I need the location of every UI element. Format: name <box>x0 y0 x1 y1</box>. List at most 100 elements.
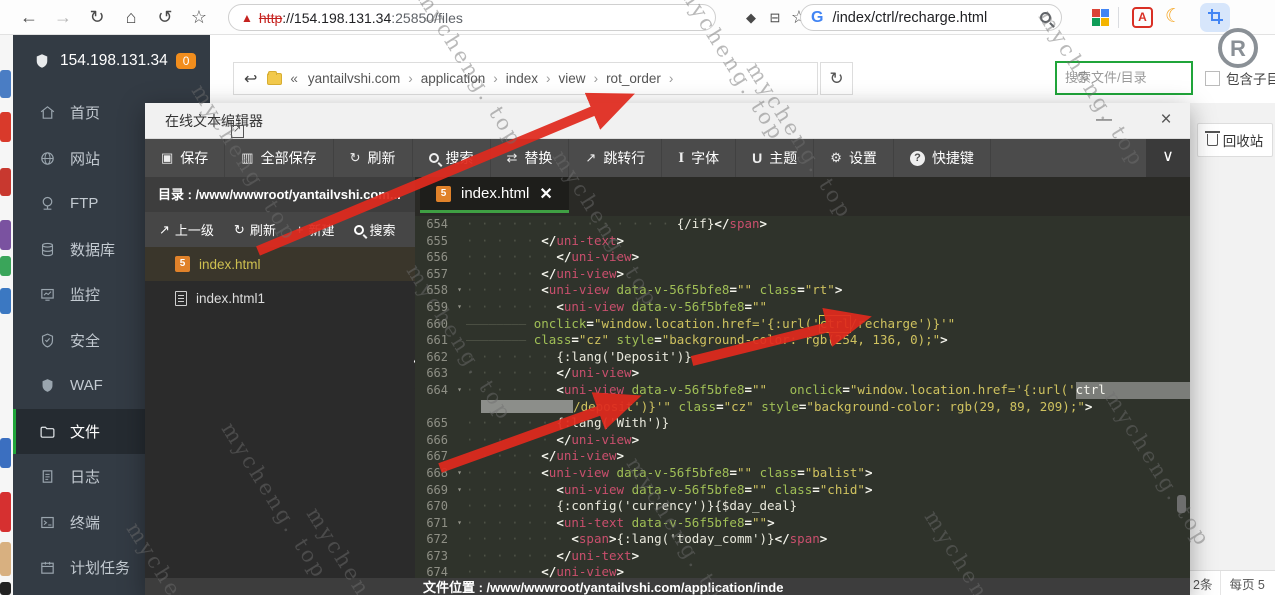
toolbar-button-goto[interactable]: ↗ 跳转行 <box>569 139 663 177</box>
close-icon[interactable]: × <box>1152 103 1180 139</box>
toolbar-button-theme[interactable]: U 主题 <box>736 139 815 177</box>
code-scrollbar-thumb[interactable] <box>1177 495 1186 513</box>
breadcrumb-segment[interactable]: yantailvshi.com <box>308 71 400 86</box>
toolbar-collapse-icon[interactable]: ∨ <box>1146 139 1190 177</box>
forward-icon[interactable]: → <box>48 0 78 35</box>
code-line[interactable]: /deposit')}'" class = "cz" style = "backgrou… <box>415 399 1190 416</box>
apps-grid-icon[interactable] <box>1092 9 1109 26</box>
darkmode-extension-icon[interactable]: ☾ <box>1165 5 1182 28</box>
code-line[interactable]: 672 · · · · · · · < span > {:lang('today_com… <box>415 531 1190 548</box>
file-action-plus[interactable]: + 新建 <box>296 220 335 239</box>
breadcrumb-segment[interactable]: index <box>506 71 538 86</box>
file-action-refresh[interactable]: ↻ 刷新 <box>234 220 276 239</box>
file-action-label: 新建 <box>308 223 335 238</box>
calendar-icon <box>39 559 56 576</box>
fold-caret-icon[interactable]: ▾ <box>453 382 466 399</box>
crop-extension-icon[interactable] <box>1208 9 1223 24</box>
toolbar-button-search[interactable]: 搜索 <box>413 139 491 177</box>
code-line[interactable]: 665 · · · · · · {:lang('With')} <box>415 415 1190 432</box>
code-token: class <box>774 481 813 497</box>
fold-caret-icon[interactable]: ▾ <box>453 299 466 316</box>
code-line[interactable]: 659 ▾ · · · · · · < uni-view data-v-56f5bfe… <box>415 299 1190 316</box>
path-root-icon[interactable]: « <box>290 71 298 86</box>
code-line[interactable]: 668 ▾ · · · · · < uni-view data-v-56f5bfe8 =… <box>415 465 1190 482</box>
code-line[interactable]: 656 · · · · · · </uni-view > <box>415 249 1190 266</box>
bookmark-star-icon[interactable]: ☆ <box>184 0 214 35</box>
plus-icon: + <box>295 222 304 237</box>
tab-close-icon[interactable]: ✕ <box>539 184 552 204</box>
file-row[interactable]: 5 index.html <box>145 247 415 281</box>
toolbar-button-help[interactable]: ? 快捷键 <box>894 139 991 177</box>
pager-per-page[interactable]: 每页 5 <box>1221 574 1272 593</box>
notification-badge[interactable]: 0 <box>175 53 197 69</box>
quick-search-bar[interactable]: G /index/ctrl/recharge.html <box>800 4 1062 31</box>
code-line[interactable]: 673 · · · · · · </uni-text > <box>415 548 1190 565</box>
code-line[interactable]: 654 · · · · · · · · · · · · · · {/if} </sp… <box>415 216 1190 233</box>
code-line[interactable]: 667 · · · · · </uni-view > <box>415 448 1190 465</box>
back-icon[interactable]: ← <box>14 0 44 35</box>
code-token: "rt" <box>804 282 835 298</box>
home-icon[interactable]: ⌂ <box>116 0 146 35</box>
breadcrumb-segment[interactable]: view <box>559 71 586 86</box>
breadcrumb-segment[interactable]: application <box>421 71 486 86</box>
file-row[interactable]: index.html1 <box>145 281 415 315</box>
code-line[interactable]: 661 –––––––– class = "cz" style = "background… <box>415 332 1190 349</box>
quick-search-value: /index/ctrl/recharge.html <box>832 9 988 26</box>
fold-caret-icon[interactable]: ▾ <box>453 482 466 499</box>
code-line[interactable]: 670 · · · · · · {:config('currency')}{$da… <box>415 498 1190 515</box>
code-line[interactable]: 658 ▾ · · · · · < uni-view data-v-56f5bfe8 =… <box>415 282 1190 299</box>
include-subdir-checkbox[interactable] <box>1205 70 1220 86</box>
code-token: </ <box>556 547 572 563</box>
toolbar-button-replace[interactable]: ⇄ 替换 <box>491 139 570 177</box>
sidebar-item-label: 终端 <box>70 514 101 532</box>
search-icon[interactable] <box>1040 12 1051 23</box>
code-line[interactable]: 671 ▾ · · · · · · < uni-text data-v-56f5bfe… <box>415 515 1190 532</box>
code-token: {/if} <box>676 216 715 231</box>
toolbar-button-save[interactable]: ▣ 保存 <box>145 139 226 177</box>
toolbar-button-refresh[interactable]: ↻ 刷新 <box>334 139 413 177</box>
reload-icon[interactable]: ↻ <box>82 0 112 35</box>
code-line[interactable]: 666 · · · · · · </uni-view > <box>415 432 1190 449</box>
breadcrumb-segment[interactable]: rot_order <box>606 71 661 86</box>
line-number: 660 <box>426 316 448 331</box>
code-token: · · · · · <box>466 282 542 298</box>
toolbar-button-font[interactable]: I 字体 <box>662 139 737 177</box>
tab-index-html[interactable]: 5 index.html ✕ <box>420 177 569 213</box>
code-line[interactable]: 660 –––––––– onclick = "window.location.hre… <box>415 316 1190 333</box>
fold-caret-icon[interactable]: ▾ <box>453 282 466 299</box>
file-action-up[interactable]: ↗ 上一级 <box>159 220 214 239</box>
server-header[interactable]: 154.198.131.34 0 <box>13 35 210 87</box>
toolbar-button-label: 设置 <box>848 150 877 166</box>
toolbar-button-gear[interactable]: ⚙ 设置 <box>814 139 894 177</box>
undo-icon[interactable]: ↺ <box>150 0 180 35</box>
log-icon <box>39 468 56 485</box>
code-line[interactable]: 669 ▾ · · · · · · < uni-view data-v-56f5bfe… <box>415 482 1190 499</box>
code-line[interactable]: 662 · · · · · · {:lang('Deposit')} <box>415 349 1190 366</box>
path-back-icon[interactable]: ↩ <box>244 69 257 89</box>
file-action-search[interactable]: 搜索 <box>354 220 395 239</box>
toolbar-button-saveall[interactable]: ▥ 全部保存 <box>225 139 334 177</box>
path-refresh-button[interactable]: ↻ <box>820 62 853 95</box>
fold-caret-icon[interactable]: ▾ <box>453 465 466 482</box>
breadcrumb[interactable]: ↩ « yantailvshi.com › application › index › vi… <box>233 62 818 95</box>
code-line[interactable]: 657 · · · · · </uni-view > <box>415 266 1190 283</box>
minimize-icon[interactable]: — <box>1090 103 1118 139</box>
code-line[interactable]: 655 · · · · · </uni-text > <box>415 233 1190 250</box>
address-bar[interactable]: ▲ http://154.198.131.34:25850/files <box>228 4 716 31</box>
code-token: onclick <box>789 381 843 397</box>
code-editor[interactable]: 654 · · · · · · · · · · · · · · {/if} </sp… <box>415 216 1190 578</box>
code-line[interactable]: 663 · · · · · · </uni-view > <box>415 365 1190 382</box>
code-token: = <box>744 514 753 530</box>
fold-gutter <box>453 498 466 515</box>
code-line[interactable]: 674 · · · · · </uni-view > <box>415 564 1190 578</box>
recycle-bin-button[interactable]: 回收站 <box>1197 123 1273 157</box>
pdf-extension-icon[interactable]: A <box>1132 7 1153 28</box>
code-line[interactable]: 664 ▾ · · · · · · < uni-view data-v-56f5bfe… <box>415 381 1190 399</box>
file-search-input[interactable]: 搜索文件/目录 <box>1055 61 1193 95</box>
dialog-titlebar[interactable]: 在线文本编辑器 — × <box>145 103 1190 139</box>
fold-caret-icon[interactable]: ▾ <box>453 515 466 532</box>
avatar[interactable]: R <box>1218 28 1258 68</box>
code-token: < <box>556 514 564 530</box>
